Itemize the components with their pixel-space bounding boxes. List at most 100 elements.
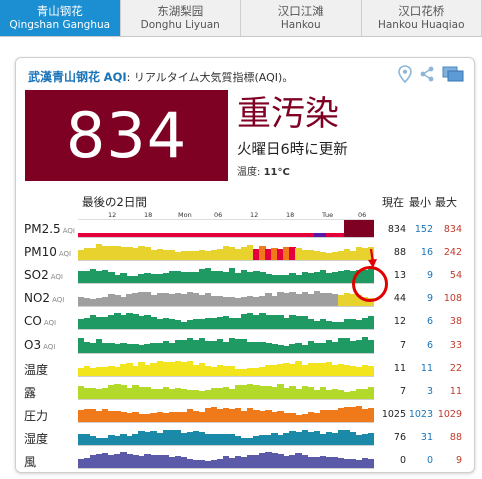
sparkline-bar: [367, 339, 375, 353]
sparkline-bar: [367, 407, 375, 422]
row-label: PM2.5 AQI: [24, 222, 75, 236]
row-min-value: 6: [426, 316, 433, 328]
time-tick: 06: [358, 211, 367, 219]
sparkline-bar: [367, 432, 375, 445]
row-max-value: 22: [449, 362, 462, 374]
sparkline-bar: [367, 386, 375, 399]
sparkline-bar: [367, 365, 375, 376]
sparkline: [78, 311, 375, 331]
temperature: 温度: 11°C: [237, 163, 290, 178]
tab-label-en: Donghu Liyuan: [140, 19, 220, 31]
row-name: NO2: [24, 291, 51, 306]
sparkline: [78, 450, 375, 469]
aqi-tag: AQI: [103, 70, 127, 84]
time-tick: 18: [286, 211, 295, 219]
row-max-value: 834: [443, 224, 462, 235]
tab-label-zh: 东湖梨园: [157, 4, 204, 18]
row-max-value: 9: [455, 455, 462, 466]
temperature-value: 11°C: [263, 167, 290, 178]
tab-label-en: Hankou: [280, 19, 321, 31]
tab-label-en: Hankou Huaqiao: [377, 19, 465, 31]
row-current-value: 88: [393, 247, 406, 259]
row-label: SO2 AQI: [24, 268, 63, 282]
row-name: O3: [24, 337, 42, 352]
row-min-value: 3: [426, 385, 433, 397]
row-min-value: 152: [414, 224, 433, 235]
time-tick: 12: [108, 211, 117, 219]
row-label: 露: [24, 384, 36, 401]
row-label: PM10 AQI: [24, 245, 71, 259]
row-label: 圧力: [24, 407, 48, 424]
row-current-value: 0: [399, 455, 406, 466]
row-name: PM10: [24, 245, 57, 260]
sparkline-bar: [367, 316, 375, 330]
row-aqi-suffix: AQI: [43, 342, 56, 351]
aqi-value: 834: [65, 99, 188, 172]
row-current-value: 76: [393, 431, 406, 443]
row-max-value: 38: [449, 316, 462, 328]
aqi-description: : リアルタイム大気質指標(AQI)。: [126, 71, 294, 84]
row-name: 湿度: [24, 431, 49, 446]
row-name: 圧力: [24, 408, 49, 423]
row-name: 風: [24, 455, 37, 469]
row-current-value: 1025: [381, 408, 406, 420]
card-icons: [398, 65, 464, 87]
row-label: 湿度: [24, 430, 48, 447]
sparkline: [78, 427, 375, 446]
time-tick: 06: [214, 211, 223, 219]
row-min-value: 16: [420, 247, 433, 259]
last-two-days-header: 最後の2日間: [82, 195, 147, 209]
row-min-value: 9: [426, 293, 433, 305]
row-max-value: 1029: [437, 408, 462, 420]
screens-icon[interactable]: [442, 66, 464, 86]
sparkline: [78, 404, 375, 423]
tab-label-en: Qingshan Ganghua: [9, 19, 111, 31]
sparkline: [78, 219, 375, 238]
station-name[interactable]: 武漢青山钢花: [28, 70, 100, 84]
tab-hankou[interactable]: 汉口江滩 Hankou: [241, 0, 362, 36]
row-max-value: 242: [443, 247, 462, 259]
row-max-value: 88: [449, 431, 462, 443]
row-min-value: 31: [420, 431, 433, 443]
card-title: 武漢青山钢花 AQI: リアルタイム大気質指標(AQI)。: [28, 68, 293, 85]
row-name: 露: [24, 385, 37, 400]
row-aqi-suffix: AQI: [43, 319, 57, 328]
tab-hankou-huaqiao[interactable]: 汉口花桥 Hankou Huaqiao: [362, 0, 482, 36]
row-current-value: 11: [393, 362, 406, 374]
current-header: 現在: [382, 196, 404, 209]
tab-donghu-liyuan[interactable]: 东湖梨园 Donghu Liyuan: [121, 0, 241, 36]
sparkline: [78, 335, 375, 354]
row-name: PM2.5: [24, 222, 61, 236]
min-header: 最小: [409, 196, 431, 209]
time-tick: 12: [250, 211, 259, 219]
row-name: CO: [24, 314, 42, 329]
share-icon[interactable]: [420, 66, 434, 86]
time-tick: 18: [144, 211, 153, 219]
sparkline: [78, 288, 375, 308]
update-time: 火曜日6時に更新: [237, 142, 348, 158]
station-tabs: 青山钢花 Qingshan Ganghua 东湖梨园 Donghu Liyuan…: [0, 0, 482, 37]
row-aqi-suffix: AQI: [62, 227, 75, 235]
pollution-level: 重汚染: [237, 94, 339, 134]
row-label: CO AQI: [24, 314, 56, 328]
tab-qingshan-ganghua[interactable]: 青山钢花 Qingshan Ganghua: [0, 0, 121, 36]
location-pin-icon[interactable]: [398, 65, 412, 87]
row-aqi-suffix: AQI: [52, 296, 65, 305]
row-max-value: 11: [449, 385, 462, 397]
row-current-value: 834: [387, 224, 406, 235]
tab-label-zh: 汉口花桥: [398, 4, 445, 18]
sparkline: [78, 358, 375, 377]
tab-label-zh: 汉口江滩: [277, 4, 324, 18]
sparkline: [78, 265, 375, 285]
temperature-label: 温度:: [237, 167, 261, 178]
row-name: SO2: [24, 268, 49, 283]
row-min-value: 0: [426, 455, 433, 466]
max-header: 最大: [435, 196, 457, 209]
row-current-value: 7: [399, 385, 406, 397]
row-max-value: 54: [449, 270, 462, 282]
row-current-value: 7: [399, 339, 406, 351]
row-min-value: 9: [426, 270, 433, 282]
time-tick: Tue: [322, 211, 334, 219]
highlight-circle: [352, 266, 388, 302]
row-aqi-suffix: AQI: [50, 273, 63, 282]
